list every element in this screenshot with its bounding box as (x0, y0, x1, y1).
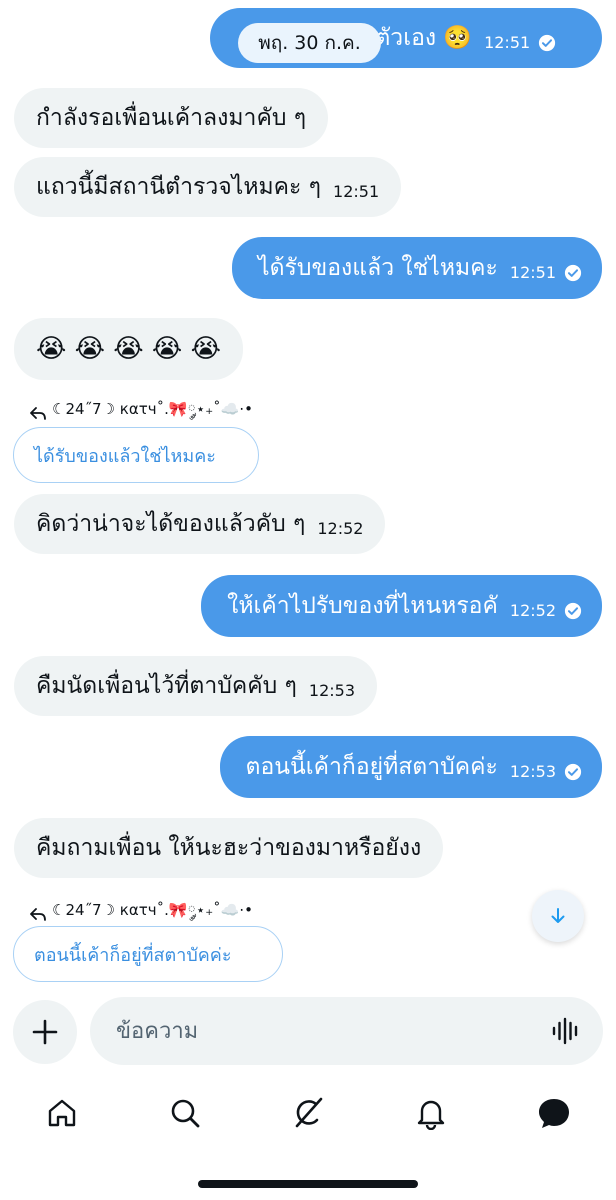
message-incoming[interactable]: คิดว่าน่าจะได้ของแล้วคับ ๆ 12:52 (14, 494, 386, 554)
message-text: ให้เค้าไปรับของที่ไหนหรอคั (227, 592, 498, 619)
search-icon (171, 1099, 200, 1128)
tab-messages[interactable] (534, 1093, 574, 1133)
bell-icon (417, 1100, 445, 1130)
message-text: คิดว่าน่าจะได้ของแล้วคับ ๆ (36, 510, 306, 537)
reply-quote[interactable]: ตอนนี้เค้าก็อยู่ที่สตาบัคค่ะ (13, 926, 283, 982)
message-composer (90, 997, 603, 1065)
message-incoming[interactable]: แถวนี้มีสถานีตำรวจไหมคะ ๆ 12:51 (14, 157, 402, 217)
message-text: แถวนี้มีสถานีตำรวจไหมคะ ๆ (36, 173, 322, 200)
message-time: 12:52 (509, 601, 556, 620)
message-text: คืมถามเพื่อน ให้นะฮะว่าของมาหรือยังง (36, 834, 422, 861)
message-outgoing[interactable]: ให้เค้าไปรับของที่ไหนหรอคั 12:52 (201, 575, 602, 637)
tab-search[interactable] (165, 1093, 205, 1133)
reply-quote-text: ได้รับของแล้วใช่ไหมคะ (34, 445, 216, 467)
message-input[interactable] (116, 1018, 551, 1044)
home-indicator (198, 1180, 418, 1188)
plus-icon (32, 1019, 58, 1045)
home-icon (48, 1099, 76, 1127)
reply-arrow-icon (30, 407, 46, 420)
message-text: คืมนัดเพื่อนไว้ที่ตาบัคคับ ๆ (36, 672, 297, 699)
add-attachment-button[interactable] (13, 1000, 77, 1064)
message-time: 12:53 (509, 762, 556, 781)
message-text: ได้รับของแล้ว ใช่ไหมคะ (258, 254, 498, 281)
message-text: ตอนนี้เค้าก็อยู่ที่สตาบัคค่ะ (245, 753, 498, 780)
message-time: 12:53 (308, 681, 356, 700)
message-incoming[interactable]: กำลังรอเพื่อนเค้าลงมาคับ ๆ (14, 88, 329, 148)
bottom-tab-bar (0, 1085, 616, 1145)
date-separator: พฤ. 30 ก.ค. (238, 23, 381, 63)
message-outgoing[interactable]: ได้รับของแล้ว ใช่ไหมคะ 12:51 (232, 237, 602, 299)
message-text: กำลังรอเพื่อนเค้าลงมาคับ ๆ (36, 104, 307, 131)
message-time: 12:51 (333, 182, 380, 201)
message-text: 😭 😭 😭 😭 😭 (36, 334, 221, 364)
arrow-down-icon (551, 908, 565, 923)
reply-quote[interactable]: ได้รับของแล้วใช่ไหมคะ (13, 427, 259, 483)
check-circle-icon (564, 602, 582, 620)
tab-grok[interactable] (288, 1093, 328, 1133)
check-circle-icon (564, 763, 582, 781)
reply-quote-text: ตอนนี้เค้าก็อยู่ที่สตาบัคค่ะ (34, 944, 232, 966)
message-time: 12:52 (317, 519, 364, 538)
grok-icon (295, 1097, 323, 1128)
message-outgoing[interactable]: ตอนนี้เค้าก็อยู่ที่สตาบัคค่ะ 12:53 (219, 736, 602, 798)
messages-icon (539, 1099, 569, 1128)
message-incoming[interactable]: คืมนัดเพื่อนไว้ที่ตาบัคคับ ๆ 12:53 (14, 656, 378, 716)
tab-home[interactable] (42, 1093, 82, 1133)
check-circle-icon (539, 34, 556, 52)
reply-arrow-icon (30, 908, 46, 921)
tab-notifications[interactable] (411, 1093, 451, 1133)
message-incoming[interactable]: 😭 😭 😭 😭 😭 (14, 318, 243, 380)
scroll-to-bottom-button[interactable] (532, 890, 584, 942)
message-time: 12:51 (484, 33, 531, 52)
message-incoming[interactable]: คืมถามเพื่อน ให้นะฮะว่าของมาหรือยังง (14, 818, 444, 878)
message-time: 12:51 (509, 263, 556, 282)
voice-wave-icon[interactable] (551, 1017, 581, 1045)
check-circle-icon (564, 264, 582, 282)
